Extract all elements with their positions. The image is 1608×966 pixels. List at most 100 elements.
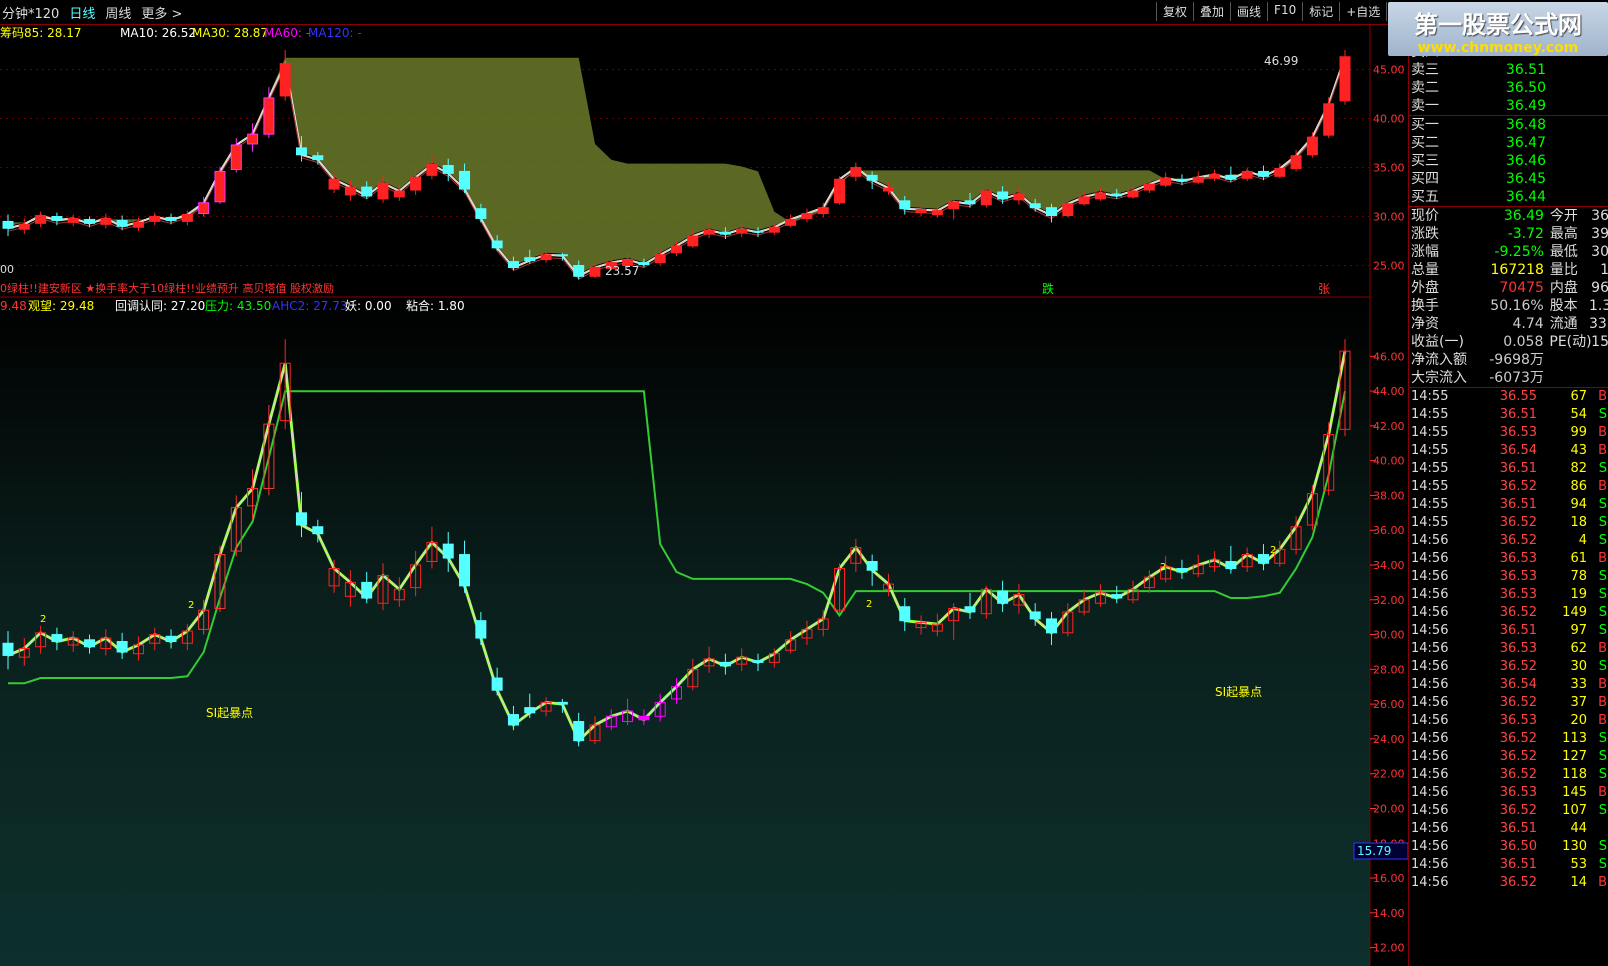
upper-legend: 筹码85: 28.17 MA10: 26.52 MA30: 28.87 MA60… <box>0 26 362 40</box>
stat-row: 净流入额 -9698万 <box>1409 351 1608 369</box>
logo-url: www.chnmoney.com <box>1417 40 1579 56</box>
tick-price: 36.51 <box>1499 623 1537 638</box>
tick-side: S <box>1598 749 1607 764</box>
tick-volume: 107 <box>1562 803 1587 818</box>
down-mark: 跌 <box>1042 281 1054 296</box>
candle-body <box>1257 170 1269 177</box>
ob-label: 买四 <box>1411 171 1439 187</box>
tick-time: 14:56 <box>1411 623 1449 638</box>
restore-rights-button[interactable]: 复权 <box>1156 2 1193 21</box>
ob-price: 36.51 <box>1505 62 1546 78</box>
tick-volume: 20 <box>1570 713 1587 728</box>
tick-row: 14:56 36.52 4 S <box>1409 532 1608 550</box>
tick-price: 36.53 <box>1499 785 1537 800</box>
axis-label: 30.00 <box>1373 629 1405 642</box>
axis-label: 45.00 <box>1373 64 1405 77</box>
ob-price: 36.46 <box>1505 153 1546 169</box>
ob-label: 买三 <box>1411 153 1439 169</box>
tick-list[interactable]: 14:55 36.55 67 B 14:55 36.51 54 S 14:55 36.53 99 B 1… <box>1409 387 1608 892</box>
logo-title: 第一股票公式网 <box>1414 11 1582 39</box>
stat-value: -6073万 <box>1489 370 1544 386</box>
draw-line-button[interactable]: 画线 <box>1230 2 1267 21</box>
candle-body <box>882 187 894 192</box>
f10-button[interactable]: F10 <box>1267 2 1302 21</box>
candle-body <box>295 147 307 156</box>
candle-body <box>491 677 503 691</box>
tick-row: 14:55 36.54 43 B <box>1409 442 1608 460</box>
watermark-logo: 第一股票公式网 www.chnmoney.com <box>1388 2 1608 56</box>
mark-button[interactable]: 标记 <box>1302 2 1339 21</box>
axis-label: 16.00 <box>1373 872 1405 885</box>
tick-price: 36.53 <box>1499 641 1537 656</box>
legend-ma30: MA30: 28.87 <box>192 26 268 40</box>
candle-body <box>834 178 846 204</box>
tick-price: 36.53 <box>1499 569 1537 584</box>
tick-side: B <box>1598 479 1607 494</box>
axis-label: 28.00 <box>1373 663 1405 676</box>
tick-row: 14:55 36.51 94 S <box>1409 496 1608 514</box>
tab-more[interactable]: 更多 > <box>141 3 182 22</box>
tab-daily[interactable]: 日线 <box>69 3 95 22</box>
candle-body <box>328 178 340 190</box>
tick-side: B <box>1598 785 1607 800</box>
tick-time: 14:55 <box>1411 389 1449 404</box>
tick-price: 36.52 <box>1499 767 1537 782</box>
tick-row: 14:56 36.53 61 B <box>1409 550 1608 568</box>
tick-time: 14:56 <box>1411 767 1449 782</box>
overlay-button[interactable]: 叠加 <box>1193 2 1230 21</box>
candle-body <box>18 223 30 230</box>
candle-body <box>132 221 144 228</box>
candle-body <box>719 661 731 667</box>
candle-body <box>752 660 764 663</box>
legend-val: 9.48 <box>0 299 27 313</box>
tick-price: 36.52 <box>1499 875 1537 890</box>
add-watchlist-button[interactable]: +自选 <box>1339 2 1386 21</box>
tick-volume: 113 <box>1562 731 1587 746</box>
tick-side: S <box>1598 461 1607 476</box>
tick-volume: 19 <box>1570 587 1587 602</box>
tick-time: 14:56 <box>1411 677 1449 692</box>
stat-label2: 最高 <box>1549 226 1578 242</box>
tick-time: 14:55 <box>1411 425 1449 440</box>
ob-label: 卖三 <box>1411 62 1439 78</box>
tick-volume: 149 <box>1562 605 1587 620</box>
ob-price: 36.49 <box>1505 98 1546 114</box>
stat-label2: 股本 <box>1549 298 1578 314</box>
candle-body <box>768 226 780 233</box>
tick-row: 14:56 36.52 149 S <box>1409 604 1608 622</box>
tick-time: 14:56 <box>1411 587 1449 602</box>
kline-chart[interactable]: 45.00 40.00 35.00 30.00 25.00 46.00 44.00 42.0… <box>0 25 1408 966</box>
candle-body <box>899 200 911 210</box>
candle-body <box>214 170 226 203</box>
num-mark: 2 <box>866 599 872 610</box>
candle-body <box>964 200 976 205</box>
candle-body <box>51 634 63 643</box>
candle-body <box>198 202 210 215</box>
candle-body <box>247 133 259 145</box>
tick-volume: 33 <box>1570 677 1587 692</box>
tick-side: B <box>1598 695 1607 710</box>
candle-body <box>1209 173 1221 179</box>
candle-body <box>491 240 503 249</box>
legend-chip85: 筹码85: 28.17 <box>0 26 81 40</box>
tick-time: 14:56 <box>1411 839 1449 854</box>
order-book-row: 卖三 36.51 <box>1409 61 1608 79</box>
tick-side: B <box>1598 641 1607 656</box>
stat-value: -9.25% <box>1494 244 1544 260</box>
candle-body <box>2 220 14 229</box>
stat-row: 涨跌 -3.72 最高 39 <box>1409 225 1608 243</box>
lower-price-grid: 46.00 44.00 42.00 40.00 38.00 36.00 34.00 32.00… <box>1370 350 1405 955</box>
stat-label: 收益(一) <box>1411 334 1464 350</box>
tick-row: 14:56 36.53 145 B <box>1409 784 1608 802</box>
tick-price: 36.50 <box>1499 839 1537 854</box>
tick-side: S <box>1598 533 1607 548</box>
tick-side: B <box>1598 875 1607 890</box>
candle-body <box>426 164 438 176</box>
tick-row: 14:56 36.52 118 S <box>1409 766 1608 784</box>
tick-volume: 99 <box>1570 425 1587 440</box>
candle-body <box>1111 594 1123 599</box>
tab-weekly[interactable]: 周线 <box>105 3 131 22</box>
period-tabs: 分钟*120 日线 周线 更多 > <box>2 3 182 22</box>
tick-time: 14:55 <box>1411 407 1449 422</box>
tab-minute[interactable]: 分钟*120 <box>2 3 59 22</box>
